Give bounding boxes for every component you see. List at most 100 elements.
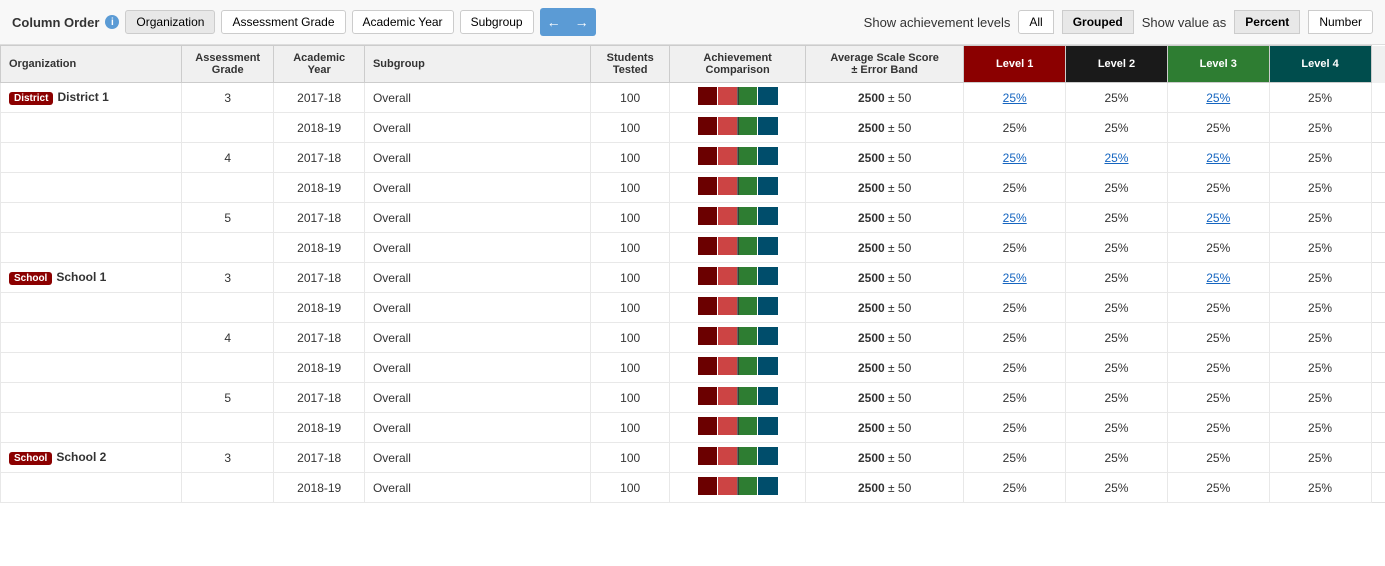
cell-subgroup: Overall (364, 323, 590, 353)
cell-organization (1, 353, 182, 383)
cell-achievement-comparison (670, 143, 806, 173)
cell-organization (1, 203, 182, 233)
row-spacer (1371, 323, 1385, 353)
cell-level3[interactable]: 25% (1167, 263, 1269, 293)
info-icon[interactable]: i (105, 15, 119, 29)
col-order-organization[interactable]: Organization (125, 10, 215, 34)
row-spacer (1371, 143, 1385, 173)
row-spacer (1371, 83, 1385, 113)
cell-achievement-comparison (670, 473, 806, 503)
cell-students-tested: 100 (591, 323, 670, 353)
row-spacer (1371, 173, 1385, 203)
cell-subgroup: Overall (364, 353, 590, 383)
cell-grade (181, 293, 274, 323)
row-spacer (1371, 383, 1385, 413)
level1-link[interactable]: 25% (1003, 91, 1027, 105)
cell-scale-score: 2500 ± 50 (805, 473, 963, 503)
cell-achievement-comparison (670, 323, 806, 353)
cell-level2: 25% (1066, 113, 1168, 143)
cell-subgroup: Overall (364, 383, 590, 413)
header-students-tested: StudentsTested (591, 46, 670, 83)
cell-scale-score: 2500 ± 50 (805, 143, 963, 173)
cell-level1[interactable]: 25% (964, 203, 1066, 233)
cell-level2[interactable]: 25% (1066, 143, 1168, 173)
cell-year: 2017-18 (274, 323, 364, 353)
col-order-subgroup[interactable]: Subgroup (460, 10, 534, 34)
cell-subgroup: Overall (364, 443, 590, 473)
cell-level3: 25% (1167, 323, 1269, 353)
cell-achievement-comparison (670, 443, 806, 473)
column-order-label: Column Order (12, 15, 99, 30)
toggle-number[interactable]: Number (1308, 10, 1373, 34)
cell-grade (181, 173, 274, 203)
cell-level4: 25% (1269, 443, 1371, 473)
nav-buttons: ← → (540, 8, 596, 36)
cell-students-tested: 100 (591, 413, 670, 443)
cell-level2: 25% (1066, 353, 1168, 383)
col-order-assessment-grade[interactable]: Assessment Grade (221, 10, 345, 34)
cell-grade: 5 (181, 203, 274, 233)
cell-students-tested: 100 (591, 173, 670, 203)
toggle-grouped[interactable]: Grouped (1062, 10, 1134, 34)
header-level2: Level 2 (1066, 46, 1168, 83)
cell-level4: 25% (1269, 473, 1371, 503)
cell-level1[interactable]: 25% (964, 83, 1066, 113)
prev-button[interactable]: ← (540, 8, 568, 36)
cell-achievement-comparison (670, 413, 806, 443)
cell-level1[interactable]: 25% (964, 143, 1066, 173)
level1-link[interactable]: 25% (1003, 271, 1027, 285)
cell-level4: 25% (1269, 143, 1371, 173)
table-row: 2018-19Overall100 2500 ± 5025%25%25%25% (1, 353, 1385, 383)
cell-achievement-comparison (670, 353, 806, 383)
header-achievement-comparison: AchievementComparison (670, 46, 806, 83)
cell-grade (181, 413, 274, 443)
cell-grade: 5 (181, 383, 274, 413)
cell-level1: 25% (964, 383, 1066, 413)
level1-link[interactable]: 25% (1003, 211, 1027, 225)
cell-scale-score: 2500 ± 50 (805, 353, 963, 383)
col-order-academic-year[interactable]: Academic Year (352, 10, 454, 34)
toolbar-left: Column Order i Organization Assessment G… (12, 8, 596, 36)
level3-link[interactable]: 25% (1206, 271, 1230, 285)
cell-organization: SchoolSchool 1 (1, 263, 182, 293)
toggle-percent[interactable]: Percent (1234, 10, 1300, 34)
level3-link[interactable]: 25% (1206, 91, 1230, 105)
cell-students-tested: 100 (591, 293, 670, 323)
level2-link[interactable]: 25% (1104, 151, 1128, 165)
table-row: SchoolSchool 232017-18Overall100 2500 ± … (1, 443, 1385, 473)
level1-link[interactable]: 25% (1003, 151, 1027, 165)
org-name: School 2 (56, 450, 106, 464)
next-button[interactable]: → (568, 8, 596, 36)
cell-year: 2017-18 (274, 383, 364, 413)
cell-level3: 25% (1167, 473, 1269, 503)
cell-achievement-comparison (670, 203, 806, 233)
org-badge: School (9, 452, 52, 465)
cell-level1: 25% (964, 443, 1066, 473)
org-name: School 1 (56, 270, 106, 284)
cell-organization (1, 383, 182, 413)
row-spacer (1371, 473, 1385, 503)
cell-level1[interactable]: 25% (964, 263, 1066, 293)
cell-level2: 25% (1066, 293, 1168, 323)
cell-level3[interactable]: 25% (1167, 203, 1269, 233)
header-assessment-grade: AssessmentGrade (181, 46, 274, 83)
cell-level1: 25% (964, 173, 1066, 203)
cell-level2: 25% (1066, 443, 1168, 473)
cell-scale-score: 2500 ± 50 (805, 263, 963, 293)
cell-level3: 25% (1167, 233, 1269, 263)
cell-subgroup: Overall (364, 233, 590, 263)
cell-scale-score: 2500 ± 50 (805, 413, 963, 443)
level3-link[interactable]: 25% (1206, 151, 1230, 165)
cell-level3[interactable]: 25% (1167, 83, 1269, 113)
cell-level4: 25% (1269, 293, 1371, 323)
cell-level4: 25% (1269, 413, 1371, 443)
cell-organization (1, 143, 182, 173)
cell-year: 2017-18 (274, 143, 364, 173)
cell-grade (181, 473, 274, 503)
toolbar: Column Order i Organization Assessment G… (0, 0, 1385, 45)
toggle-all[interactable]: All (1018, 10, 1053, 34)
cell-level2: 25% (1066, 203, 1168, 233)
cell-level3[interactable]: 25% (1167, 143, 1269, 173)
cell-level2: 25% (1066, 263, 1168, 293)
level3-link[interactable]: 25% (1206, 211, 1230, 225)
